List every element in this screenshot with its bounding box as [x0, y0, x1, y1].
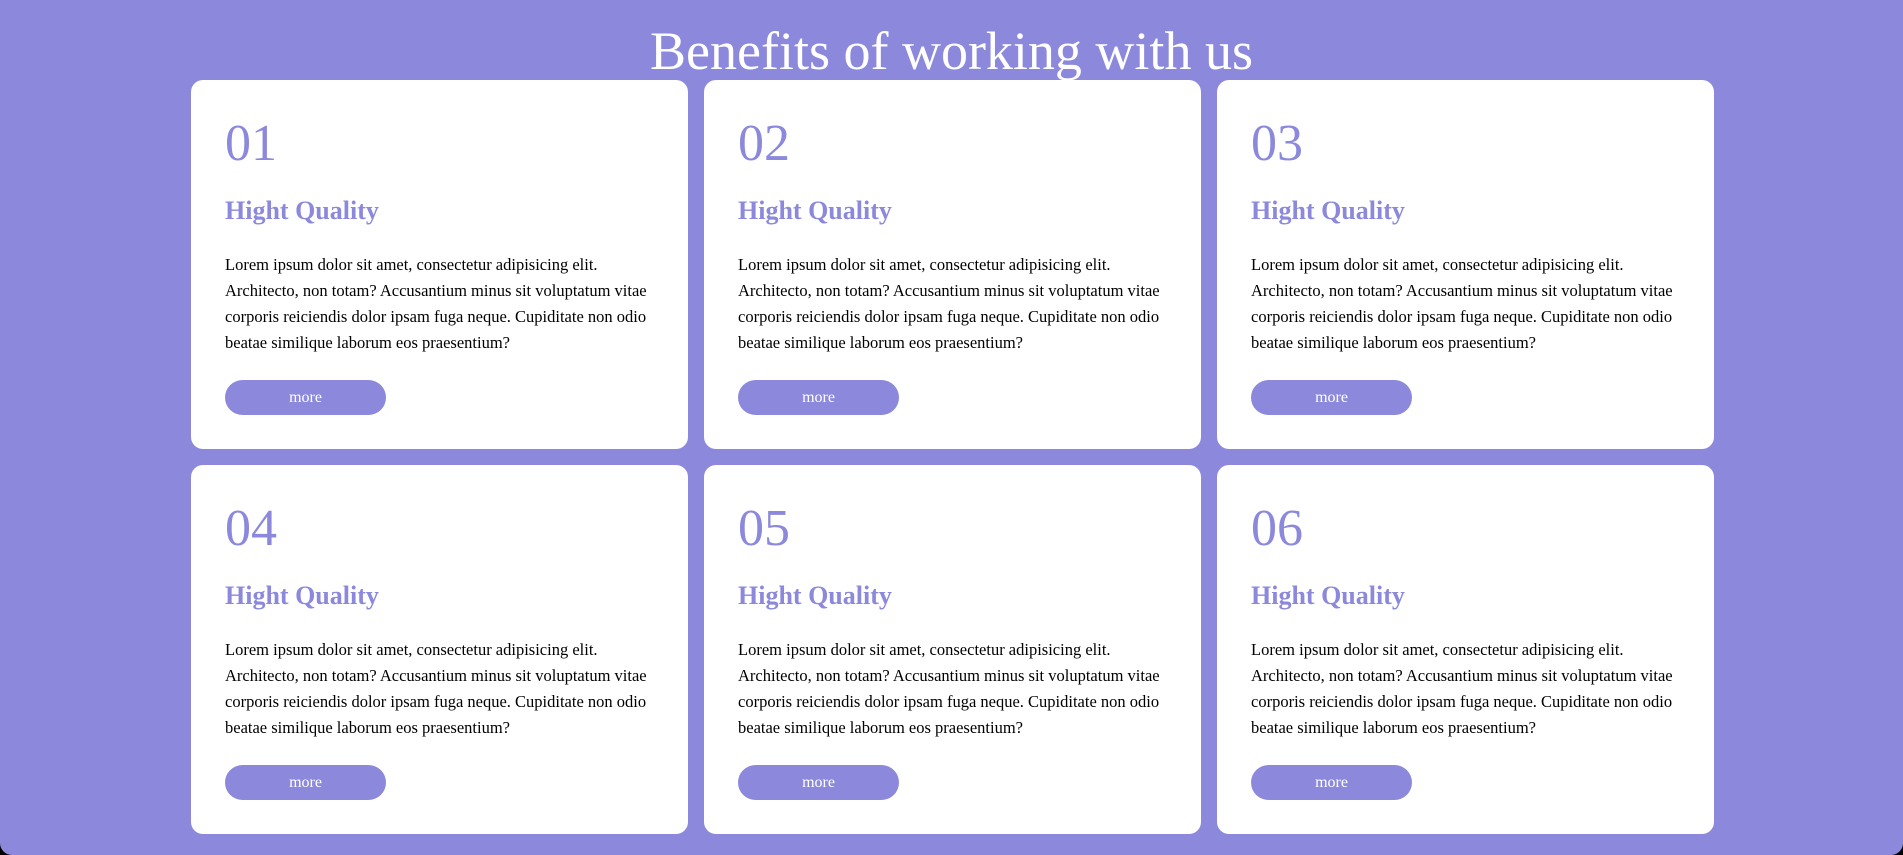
- card-heading: Hight Quality: [1251, 581, 1405, 610]
- card-heading: Hight Quality: [738, 581, 892, 610]
- card-heading: Hight Quality: [225, 581, 379, 610]
- card-description: Lorem ipsum dolor sit amet, consectetur …: [225, 255, 647, 352]
- card-number: 06: [1251, 500, 1303, 557]
- benefit-card-2: 02 Hight Quality Lorem ipsum dolor sit a…: [704, 80, 1201, 449]
- benefit-card-5: 05 Hight Quality Lorem ipsum dolor sit a…: [704, 465, 1201, 834]
- card-number: 03: [1251, 115, 1303, 172]
- card-number: 02: [738, 115, 790, 172]
- card-number: 05: [738, 500, 790, 557]
- more-button[interactable]: more: [738, 765, 899, 800]
- card-description: Lorem ipsum dolor sit amet, consectetur …: [738, 640, 1160, 737]
- card-heading: Hight Quality: [1251, 196, 1405, 225]
- page-title: Benefits of working with us: [650, 21, 1253, 81]
- card-description: Lorem ipsum dolor sit amet, consectetur …: [1251, 640, 1673, 737]
- benefits-grid: 01 Hight Quality Lorem ipsum dolor sit a…: [191, 80, 1714, 834]
- card-heading: Hight Quality: [738, 196, 892, 225]
- benefit-card-1: 01 Hight Quality Lorem ipsum dolor sit a…: [191, 80, 688, 449]
- card-description: Lorem ipsum dolor sit amet, consectetur …: [225, 640, 647, 737]
- benefit-card-3: 03 Hight Quality Lorem ipsum dolor sit a…: [1217, 80, 1714, 449]
- card-number: 01: [225, 115, 277, 172]
- more-button[interactable]: more: [738, 380, 899, 415]
- card-number: 04: [225, 500, 277, 557]
- card-description: Lorem ipsum dolor sit amet, consectetur …: [1251, 255, 1673, 352]
- more-button[interactable]: more: [1251, 380, 1412, 415]
- more-button[interactable]: more: [1251, 765, 1412, 800]
- benefit-card-4: 04 Hight Quality Lorem ipsum dolor sit a…: [191, 465, 688, 834]
- benefit-card-6: 06 Hight Quality Lorem ipsum dolor sit a…: [1217, 465, 1714, 834]
- card-description: Lorem ipsum dolor sit amet, consectetur …: [738, 255, 1160, 352]
- card-heading: Hight Quality: [225, 196, 379, 225]
- more-button[interactable]: more: [225, 765, 386, 800]
- more-button[interactable]: more: [225, 380, 386, 415]
- benefits-page: Benefits of working with us 01 Hight Qua…: [0, 0, 1903, 855]
